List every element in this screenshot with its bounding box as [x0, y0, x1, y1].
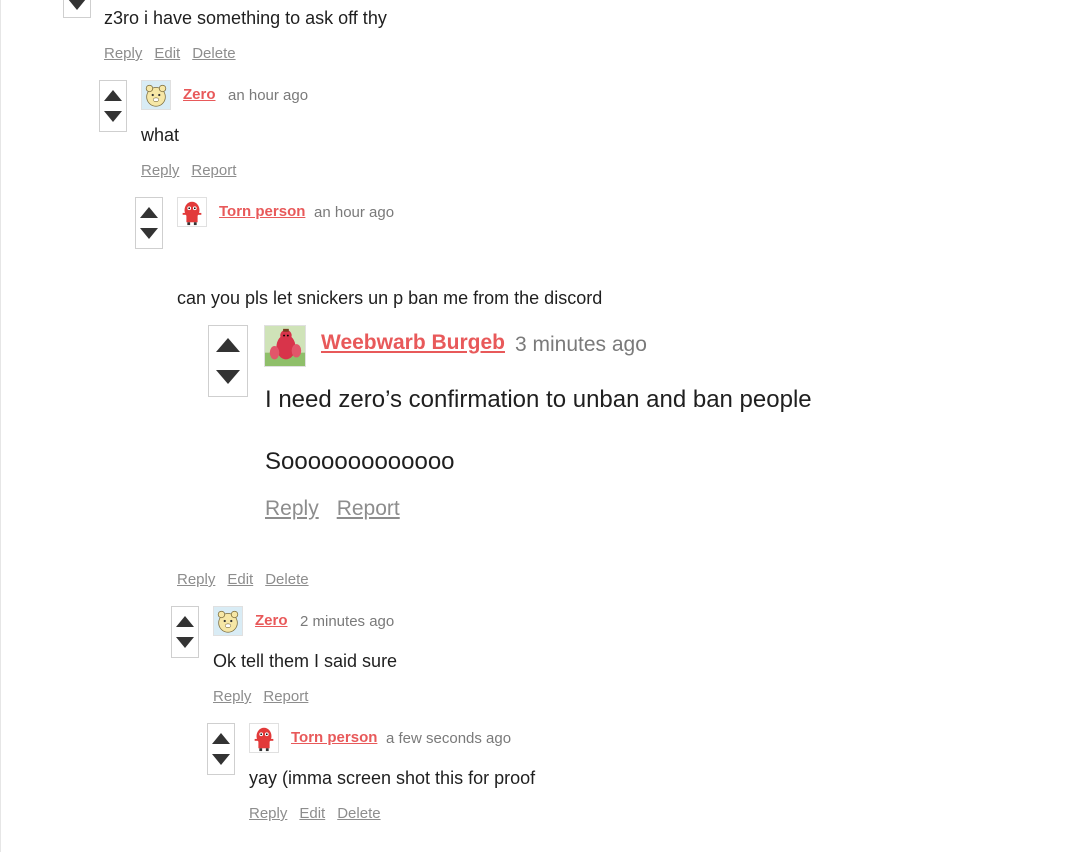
delete-link[interactable]: Delete [337, 805, 380, 822]
comment-actions: Reply Report [265, 497, 418, 521]
weebwarb-burgeb-avatar[interactable] [264, 325, 306, 367]
cartoon-bear-avatar-icon [214, 607, 242, 635]
delete-link[interactable]: Delete [192, 45, 235, 62]
torn-person-avatar[interactable] [177, 197, 207, 227]
comment-time: an hour ago [314, 204, 395, 221]
downvote-icon[interactable] [68, 0, 86, 10]
torn-person-avatar[interactable] [249, 723, 279, 753]
vote-box [207, 723, 235, 775]
comment-actions: Reply Report [141, 162, 248, 179]
red-creature-avatar-icon [178, 198, 206, 226]
comment-actions: Reply Edit Delete [177, 571, 321, 588]
comment-body: Ok tell them I said sure [213, 651, 398, 671]
edit-link[interactable]: Edit [227, 571, 253, 588]
vote-box [135, 197, 163, 249]
comment-body: what [141, 125, 180, 145]
reply-link[interactable]: Reply [249, 805, 287, 822]
reply-link[interactable]: Reply [104, 45, 142, 62]
comment-author[interactable]: Torn person [219, 203, 305, 220]
comment-body: can you pls let snickers un p ban me fro… [177, 288, 603, 308]
delete-link[interactable]: Delete [265, 571, 308, 588]
comment-body-line-1: I need zero’s confirmation to unban and … [265, 386, 812, 413]
upvote-icon[interactable] [104, 90, 122, 101]
report-link[interactable]: Report [263, 688, 308, 705]
comment-actions: Reply Edit Delete [249, 805, 393, 822]
red-creature-avatar-icon [250, 724, 278, 752]
comment-body: z3ro i have something to ask off thy [104, 8, 387, 28]
comment-time: an hour ago [228, 87, 309, 104]
downvote-icon[interactable] [176, 637, 194, 648]
comment-body-line-2: Sooooooooooooo [265, 448, 455, 475]
vote-box [171, 606, 199, 658]
comment-time: a few seconds ago [386, 730, 512, 747]
comment-actions: Reply Report [213, 688, 320, 705]
cartoon-bear-avatar-icon [142, 81, 170, 109]
comment-author[interactable]: Zero [183, 86, 216, 103]
comment-time: 3 minutes ago [515, 333, 647, 356]
reply-link[interactable]: Reply [177, 571, 215, 588]
upvote-icon[interactable] [140, 207, 158, 218]
zero-avatar[interactable] [141, 80, 171, 110]
comment-thread: z3ro i have something to ask off thy Rep… [0, 0, 1067, 852]
downvote-icon[interactable] [216, 370, 240, 384]
vote-box [63, 0, 91, 18]
edit-link[interactable]: Edit [154, 45, 180, 62]
upvote-icon[interactable] [216, 338, 240, 352]
upvote-icon[interactable] [212, 733, 230, 744]
upvote-icon[interactable] [176, 616, 194, 627]
reply-link[interactable]: Reply [213, 688, 251, 705]
reply-link[interactable]: Reply [141, 162, 179, 179]
red-dragon-avatar-icon [265, 326, 305, 366]
report-link[interactable]: Report [191, 162, 236, 179]
downvote-icon[interactable] [104, 111, 122, 122]
vote-box [99, 80, 127, 132]
downvote-icon[interactable] [212, 754, 230, 765]
vote-box [208, 325, 248, 397]
downvote-icon[interactable] [140, 228, 158, 239]
comment-time: 2 minutes ago [300, 613, 395, 630]
zero-avatar[interactable] [213, 606, 243, 636]
comment-author[interactable]: Weebwarb Burgeb [321, 331, 505, 355]
edit-link[interactable]: Edit [299, 805, 325, 822]
comment-actions: Reply Edit Delete [104, 45, 248, 62]
comment-body: yay (imma screen shot this for proof [249, 768, 536, 788]
comment-author[interactable]: Torn person [291, 729, 377, 746]
comment-author[interactable]: Zero [255, 612, 288, 629]
report-link[interactable]: Report [337, 497, 400, 520]
reply-link[interactable]: Reply [265, 497, 319, 520]
